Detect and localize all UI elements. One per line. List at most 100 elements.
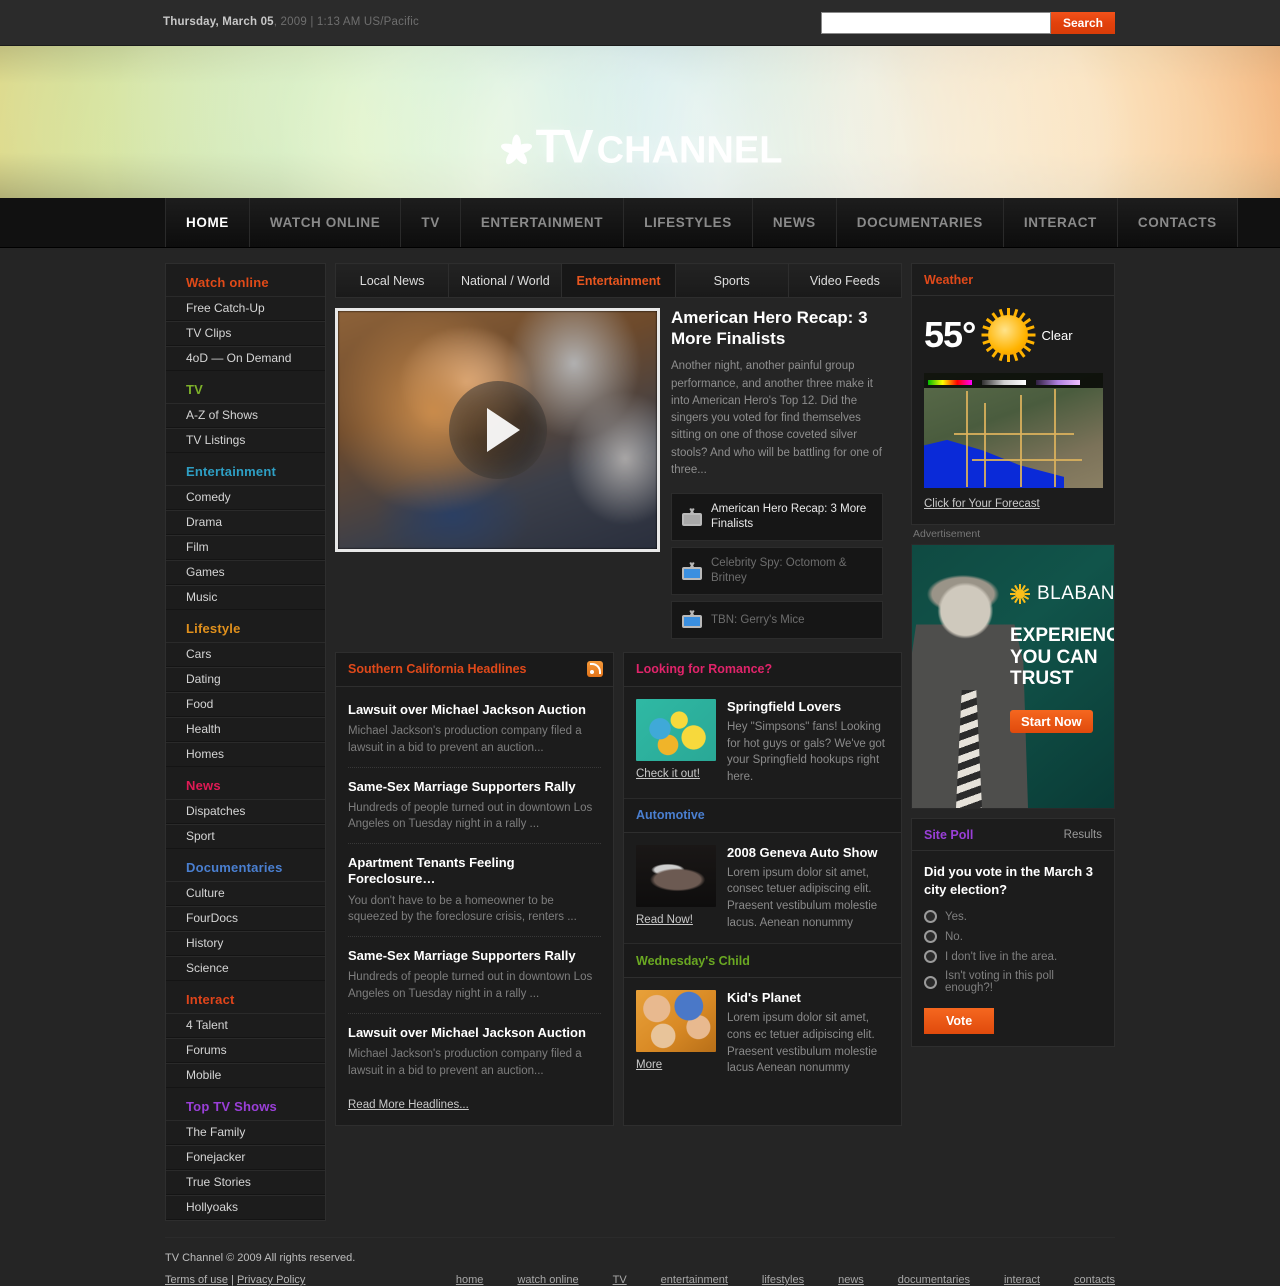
footer-link-lifestyles[interactable]: lifestyles [762,1274,804,1286]
poll-option-label: Isn't voting in this poll enough?! [945,970,1054,995]
sidebar-item-drama[interactable]: Drama [166,510,325,535]
video-player[interactable] [335,308,660,552]
sidebar-item-fonejacker[interactable]: Fonejacker [166,1145,325,1170]
nav-item-lifestyles[interactable]: LIFESTYLES [623,198,752,247]
tab-video-feeds[interactable]: Video Feeds [788,264,902,297]
sidebar-item-health[interactable]: Health [166,717,325,742]
tab-sports[interactable]: Sports [675,264,789,297]
promo-link[interactable]: Check it out! [636,768,700,780]
radio-button-icon[interactable] [924,975,937,989]
headline-item[interactable]: Same-Sex Marriage Supporters Rally Hundre… [348,937,601,1014]
headlines-header: Southern California Headlines [336,652,613,687]
sidebar-item-4-talent[interactable]: 4 Talent [166,1013,325,1038]
nav-item-tv[interactable]: TV [400,198,460,247]
radio-button-icon[interactable] [924,910,937,924]
weather-header: Weather [912,264,1114,296]
vote-button[interactable]: Vote [924,1008,995,1035]
sidebar-item-forums[interactable]: Forums [166,1038,325,1063]
sidebar-item-food[interactable]: Food [166,692,325,717]
headline-item[interactable]: Lawsuit over Michael Jackson Auction Mich… [348,1014,601,1090]
sidebar-item-dating[interactable]: Dating [166,667,325,692]
sidebar-item-homes[interactable]: Homes [166,742,325,767]
poll-option[interactable]: Isn't voting in this poll enough?! [924,970,1102,994]
headline-description: You don't have to be a homeowner to be s… [348,894,577,924]
sidebar-item-cars[interactable]: Cars [166,642,325,667]
sidebar-item-sport[interactable]: Sport [166,824,325,849]
forecast-link[interactable]: Click for Your Forecast [924,498,1040,510]
tab-local-news[interactable]: Local News [336,264,450,297]
simpsons-thumbnail[interactable] [636,698,716,761]
promo-header: Looking for Romance? [624,652,901,687]
footer-link-tv[interactable]: TV [613,1274,627,1286]
advertisement-banner[interactable]: BLABANK EXPERIENCE YOU CAN TRUST Start N… [911,544,1115,809]
sidebar-item-culture[interactable]: Culture [166,881,325,906]
promo-heading: Looking for Romance? [636,662,773,677]
sidebar-item-history[interactable]: History [166,931,325,956]
headline-item[interactable]: Same-Sex Marriage Supporters Rally Hundre… [348,768,601,845]
sidebar-item-hollyoaks[interactable]: Hollyoaks [166,1195,325,1220]
poll-results-link[interactable]: Results [1064,829,1102,841]
kids-thumbnail[interactable] [636,990,716,1053]
sidebar-group-title-top-tv-shows: Top TV Shows [186,1099,277,1114]
sidebar-item-true-stories[interactable]: True Stories [166,1170,325,1195]
terms-link[interactable]: Terms of use [165,1274,228,1286]
sidebar-item-music[interactable]: Music [166,585,325,610]
headline-title: Same-Sex Marriage Supporters Rally [348,778,576,794]
ad-start-now-button[interactable]: Start Now [1010,710,1093,733]
promo-description: Lorem ipsum dolor sit amet, consec tetue… [727,866,878,929]
playlist-item[interactable]: TBN: Gerry's Mice [671,600,883,639]
read-more-headlines-link[interactable]: Read More Headlines... [348,1099,469,1111]
promo-heading: Wednesday's Child [636,953,750,968]
rss-icon[interactable] [587,661,603,678]
car-thumbnail[interactable] [636,844,716,907]
headline-item[interactable]: Apartment Tenants Feeling Foreclosure… Yo… [348,844,601,937]
footer-link-documentaries[interactable]: documentaries [898,1274,970,1286]
sidebar-item-free-catch-up[interactable]: Free Catch-Up [166,296,325,321]
sidebar-item-dispatches[interactable]: Dispatches [166,799,325,824]
nav-item-interact[interactable]: INTERACT [1002,198,1117,247]
radio-button-icon[interactable] [924,950,937,964]
play-button-icon[interactable] [448,381,547,479]
sidebar-item-games[interactable]: Games [166,560,325,585]
headline-item[interactable]: Lawsuit over Michael Jackson Auction Mich… [348,691,601,768]
tab-entertainment[interactable]: Entertainment [562,264,676,297]
sidebar-item-fourdocs[interactable]: FourDocs [166,906,325,931]
privacy-link[interactable]: Privacy Policy [237,1274,305,1286]
nav-item-home[interactable]: HOME [165,198,249,247]
site-logo[interactable]: TV CHANNEL [0,119,1280,174]
footer-link-home[interactable]: home [456,1274,484,1286]
sidebar-item-4od-on-demand[interactable]: 4oD — On Demand [166,346,325,371]
footer-link-entertainment[interactable]: entertainment [661,1274,728,1286]
playlist-item[interactable]: American Hero Recap: 3 More Finalists [671,493,883,542]
date-time-display: Thursday, March 05, 2009 | 1:13 AM US/Pa… [163,16,419,28]
promo-link[interactable]: Read Now! [636,914,693,926]
sidebar-item-comedy[interactable]: Comedy [166,485,325,510]
poll-option[interactable]: I don't live in the area. [924,950,1102,964]
radio-button-icon[interactable] [924,930,937,944]
sidebar-item-a-z-of-shows[interactable]: A-Z of Shows [166,403,325,428]
poll-option[interactable]: Yes. [924,910,1102,924]
footer-link-contacts[interactable]: contacts [1074,1274,1115,1286]
sidebar-item-film[interactable]: Film [166,535,325,560]
nav-item-documentaries[interactable]: DOCUMENTARIES [835,198,1003,247]
nav-item-news[interactable]: NEWS [751,198,836,247]
playlist-item[interactable]: Celebrity Spy: Octomom & Britney [671,547,883,595]
poll-option[interactable]: No. [924,930,1102,944]
sidebar-item-the-family[interactable]: The Family [166,1120,325,1145]
search-button[interactable]: Search [1051,12,1115,34]
footer-link-watch-online[interactable]: watch online [517,1274,578,1286]
promos-panel: Looking for Romance? Check it out! Springf… [623,651,902,1127]
sidebar-item-mobile[interactable]: Mobile [166,1063,325,1088]
weather-radar-map[interactable] [924,373,1103,488]
nav-item-entertainment[interactable]: ENTERTAINMENT [459,198,624,247]
footer-link-interact[interactable]: interact [1004,1274,1040,1286]
sidebar-item-tv-clips[interactable]: TV Clips [166,321,325,346]
nav-item-contacts[interactable]: CONTACTS [1116,198,1238,247]
nav-item-watch-online[interactable]: WATCH ONLINE [248,198,401,247]
sidebar-item-science[interactable]: Science [166,956,325,981]
promo-link[interactable]: More [636,1059,662,1071]
search-input[interactable] [821,12,1051,34]
sidebar-item-tv-listings[interactable]: TV Listings [166,428,325,453]
footer-link-news[interactable]: news [838,1274,864,1286]
tab-national-world[interactable]: National / World [449,264,563,297]
